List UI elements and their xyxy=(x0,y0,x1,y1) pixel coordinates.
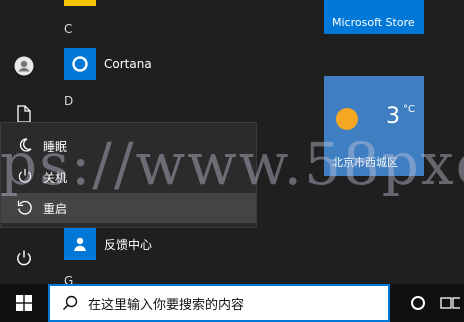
app-feedback-hub[interactable]: 反馈中心 xyxy=(56,224,312,264)
cortana-icon xyxy=(72,56,88,72)
menu-label-restart: 重启 xyxy=(43,201,68,216)
windows-logo-icon xyxy=(16,295,32,311)
app-label-feedback: 反馈中心 xyxy=(104,237,153,252)
tile-store-label: Microsoft Store xyxy=(332,16,415,29)
user-icon xyxy=(14,56,34,76)
task-view-icon xyxy=(440,297,460,309)
taskbar: 在这里输入你要搜索的内容 xyxy=(0,284,464,322)
cortana-taskbar-button[interactable] xyxy=(398,284,438,322)
app-cortana[interactable]: Cortana xyxy=(56,44,312,84)
taskbar-search-box[interactable]: 在这里输入你要搜索的内容 xyxy=(48,284,390,322)
app-icon-partial xyxy=(64,0,96,6)
cortana-circle-icon xyxy=(411,296,425,310)
power-icon xyxy=(17,250,31,266)
search-placeholder: 在这里输入你要搜索的内容 xyxy=(88,297,245,313)
document-icon xyxy=(17,105,31,123)
tile-microsoft-store[interactable]: Microsoft Store xyxy=(324,0,424,34)
section-letter-d[interactable]: D xyxy=(64,94,73,108)
sun-icon xyxy=(336,108,358,130)
feedback-person-icon xyxy=(74,237,86,251)
task-view-button[interactable] xyxy=(440,284,464,322)
app-label-cortana: Cortana xyxy=(104,57,152,71)
section-letter-c[interactable]: C xyxy=(64,22,72,36)
restart-icon xyxy=(17,200,32,215)
feedback-tile xyxy=(64,228,96,260)
user-account-button[interactable] xyxy=(8,50,40,82)
watermark: ps://www.58pxe.co xyxy=(0,130,464,198)
power-button[interactable] xyxy=(8,242,40,274)
start-button[interactable] xyxy=(0,284,48,322)
search-icon xyxy=(62,295,78,311)
weather-temperature: 3 xyxy=(386,104,400,129)
cortana-tile xyxy=(64,48,96,80)
weather-unit: °C xyxy=(403,104,415,115)
